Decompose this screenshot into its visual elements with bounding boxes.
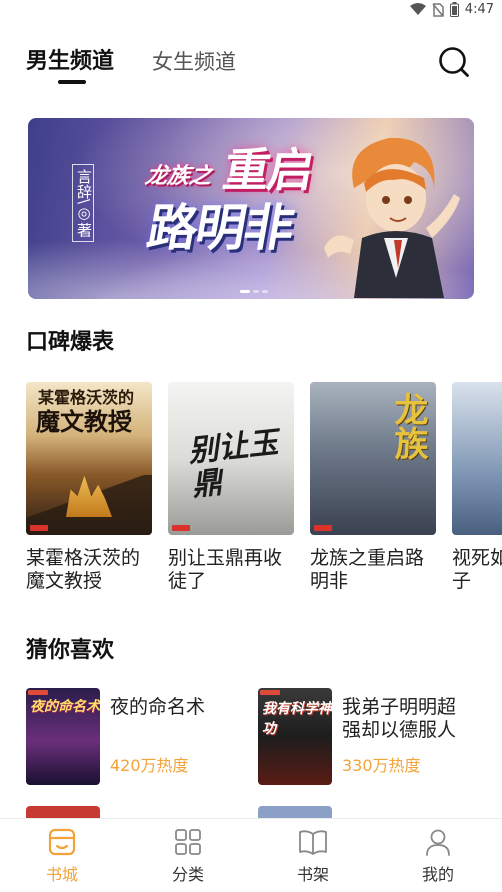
search-icon[interactable] <box>438 46 470 78</box>
popular-books-carousel[interactable]: 某霍格沃茨的 魔文教授 某霍格沃茨的魔文教授 别让玉鼎 别让玉鼎再收徒了 龙族 … <box>0 382 502 602</box>
publisher-tag <box>260 690 280 695</box>
cover-title: 夜的命名术 <box>30 699 100 715</box>
nav-item-profile[interactable]: 我的 <box>398 827 478 885</box>
nav-label: 分类 <box>171 865 204 884</box>
nav-label: 书架 <box>296 865 329 884</box>
wifi-icon <box>409 3 426 15</box>
status-icons: 4:47 <box>409 2 494 17</box>
cover-title: 我有科学神功 <box>262 701 332 737</box>
section-title-guess: 猜你喜欢 <box>26 638 115 663</box>
banner-title-name: 路明非 <box>142 199 298 257</box>
bottom-navigation: 书城 分类 书架 我的 <box>0 818 502 892</box>
active-tab-indicator <box>58 80 86 84</box>
book-card[interactable]: 龙族 龙族之重启路明非 <box>310 382 436 593</box>
publisher-tag <box>30 525 48 531</box>
banner-dot-active <box>240 290 250 293</box>
nav-item-bookshelf[interactable]: 书架 <box>273 827 353 885</box>
book-cover[interactable] <box>452 382 502 535</box>
no-sim-icon <box>432 2 444 17</box>
banner-dot <box>262 290 268 293</box>
banner-character-art <box>324 137 460 298</box>
book-cover[interactable]: 夜的命名术 <box>26 688 100 785</box>
banner-title-main: 重启 <box>219 143 317 197</box>
book-cover[interactable]: 别让玉鼎 <box>168 382 294 535</box>
book-title[interactable]: 龙族之重启路明非 <box>310 547 436 593</box>
recommended-book-item[interactable]: 我有科学神功 我弟子明明超强却以德服人 330万热度 <box>258 688 474 786</box>
book-card[interactable]: 别让玉鼎 别让玉鼎再收徒了 <box>168 382 294 593</box>
book-title[interactable]: 某霍格沃茨的魔文教授 <box>26 547 152 593</box>
featured-banner[interactable]: 言辞\◎著 龙族之 重启 路明非 <box>28 118 474 299</box>
heat-count: 330万热度 <box>342 756 421 775</box>
publisher-tag <box>28 690 48 695</box>
cover-title-top: 某霍格沃茨的 <box>38 388 135 407</box>
nav-item-category[interactable]: 分类 <box>148 827 228 885</box>
tab-female-channel[interactable]: 女生频道 <box>152 48 236 76</box>
book-cover[interactable]: 龙族 <box>310 382 436 535</box>
recommended-book-item[interactable]: 夜的命名术 夜的命名术 420万热度 <box>26 688 242 786</box>
book-cover[interactable]: 我有科学神功 <box>258 688 332 785</box>
section-title-popular: 口碑爆表 <box>26 330 115 355</box>
banner-author: 言辞\◎著 <box>72 164 94 243</box>
cover-title-main: 魔文教授 <box>36 408 132 436</box>
book-title[interactable]: 视死如归魏君子 <box>452 547 502 593</box>
book-icon <box>299 830 327 855</box>
book-title[interactable]: 别让玉鼎再收徒了 <box>168 547 294 593</box>
publisher-tag <box>314 525 332 531</box>
publisher-tag <box>172 525 190 531</box>
status-bar: 4:47 <box>0 0 502 22</box>
banner-title-prefix: 龙族之 <box>143 164 214 189</box>
banner-pagination <box>240 290 268 293</box>
nav-item-store[interactable]: 书城 <box>22 827 102 885</box>
nav-label: 书城 <box>45 865 78 884</box>
book-card[interactable]: 某霍格沃茨的 魔文教授 某霍格沃茨的魔文教授 <box>26 382 152 593</box>
book-title[interactable]: 夜的命名术 <box>110 696 242 719</box>
tab-male-channel[interactable]: 男生频道 <box>26 48 114 76</box>
store-icon <box>48 828 76 856</box>
battery-icon <box>449 2 459 17</box>
heat-count: 420万热度 <box>110 756 189 775</box>
cover-title-main: 别让玉鼎 <box>186 425 280 504</box>
book-card[interactable]: 视死如归魏君子 <box>452 382 502 593</box>
user-icon <box>426 829 450 856</box>
cover-title-main: 龙族 <box>388 392 428 460</box>
grid-icon <box>175 829 201 855</box>
banner-dot <box>253 290 259 293</box>
book-title[interactable]: 我弟子明明超强却以德服人 <box>342 696 474 742</box>
book-cover[interactable]: 某霍格沃茨的 魔文教授 <box>26 382 152 535</box>
channel-tabs: 男生频道 女生频道 <box>0 38 502 88</box>
nav-label: 我的 <box>421 865 454 884</box>
status-time: 4:47 <box>464 2 494 17</box>
